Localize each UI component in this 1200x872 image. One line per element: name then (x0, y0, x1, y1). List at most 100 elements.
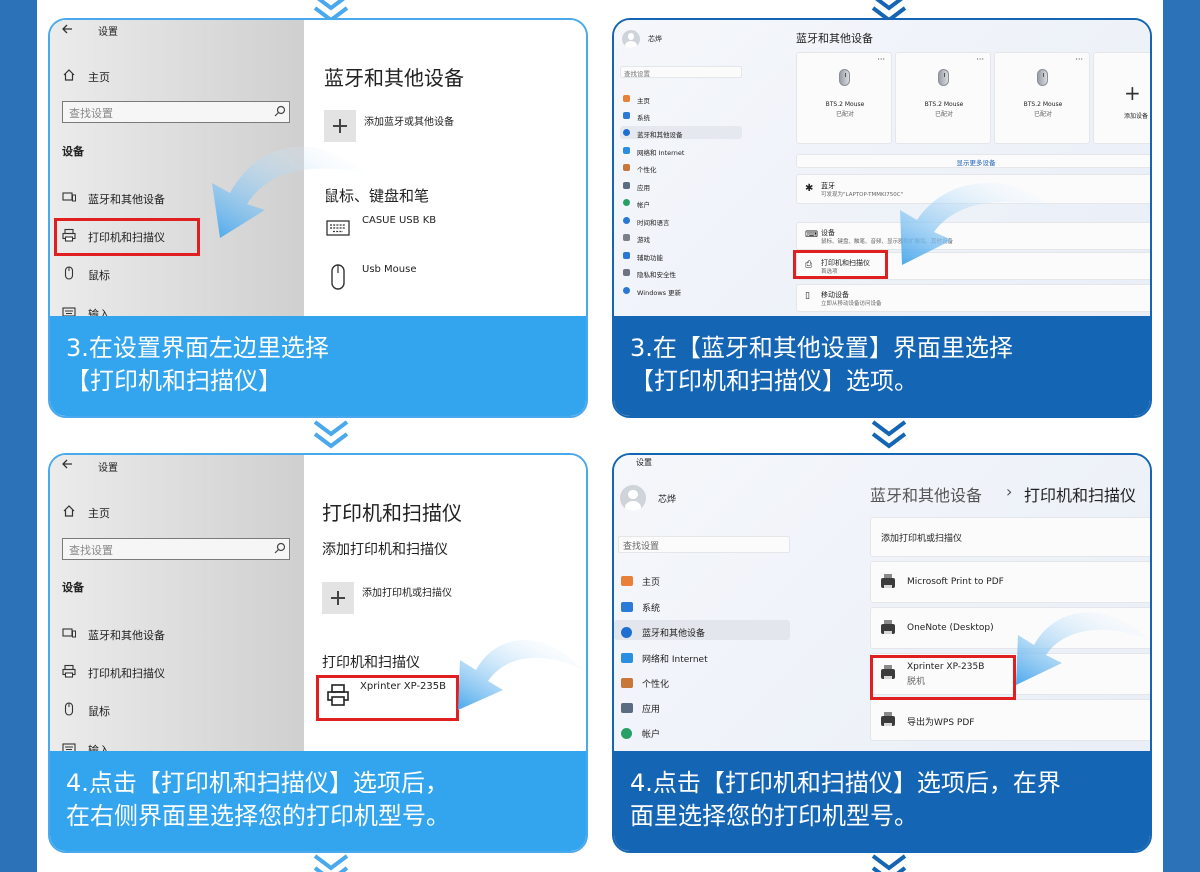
pointer-arrow (212, 146, 365, 238)
breadcrumb-parent[interactable]: 蓝牙和其他设备 (870, 482, 982, 506)
nav-printers[interactable]: 打印机和扫描仪 (88, 665, 165, 681)
search-input[interactable]: 查找设置 (620, 66, 742, 78)
breadcrumb-current: 打印机和扫描仪 (1024, 486, 1137, 505)
printer-row[interactable]: Microsoft Print to PDF (870, 561, 1150, 603)
pointer-arrow (900, 182, 1057, 265)
group-title: 打印机和扫描仪 (322, 655, 420, 671)
devices-icon (62, 192, 76, 202)
search-input[interactable]: 查找设置 (62, 538, 290, 560)
device-tile[interactable]: ··· BTS.2 Mouse 已配对 (895, 52, 991, 144)
bluetooth-icon: ✱ (805, 183, 814, 194)
mouse-icon (1037, 69, 1048, 86)
devices-icon (62, 628, 76, 638)
device-tile[interactable]: ··· BTS.2 Mouse 已配对 (796, 52, 892, 144)
apps-icon (621, 703, 633, 713)
back-arrow-icon[interactable] (60, 22, 74, 36)
nav-item[interactable]: 系统 (637, 112, 650, 122)
pointer-arrow (458, 640, 583, 710)
nav-bluetooth[interactable]: 蓝牙和其他设备 (88, 191, 165, 207)
add-device-label: 添加设备 (1124, 113, 1149, 120)
add-printer-row[interactable]: 添加打印机或扫描仪 (870, 517, 1150, 557)
printer-name: 导出为WPS PDF (907, 718, 975, 728)
nav-bluetooth[interactable]: 蓝牙和其他设备 (88, 627, 165, 643)
home-icon (621, 576, 633, 586)
printer-icon (881, 620, 895, 634)
mouse-icon (839, 69, 850, 86)
user-name: 芯烨 (648, 35, 662, 43)
window-title: 设置 (636, 458, 652, 467)
system-icon (621, 602, 633, 612)
search-input[interactable]: 查找设置 (618, 536, 790, 553)
section-title: 设备 (62, 581, 84, 594)
nav-item[interactable]: 蓝牙和其他设备 (637, 129, 683, 139)
add-device-tile[interactable]: + 添加设备 (1093, 52, 1150, 144)
nav-item[interactable]: Windows 更新 (637, 287, 681, 297)
pointer-arrow (1016, 612, 1149, 685)
nav-item[interactable]: 帐户 (637, 199, 650, 209)
device-tile[interactable]: ··· BTS.2 Mouse 已配对 (994, 52, 1090, 144)
search-icon[interactable] (274, 542, 286, 554)
search-icon[interactable] (274, 105, 286, 117)
devices-icon: ⌨ (805, 230, 818, 240)
nav-mouse[interactable]: 鼠标 (88, 267, 110, 283)
home-icon (63, 69, 75, 81)
nav-item[interactable]: 个性化 (637, 164, 657, 174)
step-caption: 4.点击【打印机和扫描仪】选项后， 在右侧界面里选择您的打印机型号。 (50, 751, 586, 851)
add-device-label[interactable]: 添加蓝牙或其他设备 (364, 113, 454, 128)
step-caption: 3.在【蓝牙和其他设置】界面里选择 【打印机和扫描仪】选项。 (614, 316, 1150, 416)
nav-item[interactable]: 时间和语言 (637, 217, 670, 227)
nav-item[interactable]: 个性化 (642, 677, 669, 690)
back-arrow-icon[interactable] (60, 457, 74, 471)
more-icon[interactable]: ··· (1075, 55, 1083, 64)
nav-home[interactable]: 主页 (88, 69, 110, 85)
settings-screenshot: 芯烨 蓝牙和其他设备 查找设置 主页 系统 蓝牙和其他设备 网络和 Intern… (614, 20, 1150, 320)
nav-item[interactable]: 隐私和安全性 (637, 269, 676, 279)
account-icon (623, 199, 630, 206)
printer-row[interactable]: 导出为WPS PDF (870, 699, 1150, 741)
nav-item[interactable]: 辅助功能 (637, 252, 663, 262)
step3-card-win11: 芯烨 蓝牙和其他设备 查找设置 主页 系统 蓝牙和其他设备 网络和 Intern… (612, 18, 1152, 418)
more-icon[interactable]: ··· (877, 55, 885, 64)
settings-screenshot: 设置 主页 查找设置 设备 蓝牙和其他设备 打印机和扫描仪 鼠标 输入 打印机和… (50, 455, 586, 755)
account-icon (621, 728, 632, 739)
brush-icon (621, 678, 633, 688)
mobile-row[interactable]: ▯ 移动设备 立即从移动设备访问设备 (796, 284, 1150, 312)
add-printer-label[interactable]: 添加打印机或扫描仪 (362, 584, 452, 599)
breadcrumb-separator: › (1006, 482, 1013, 501)
more-icon[interactable]: ··· (976, 55, 984, 64)
avatar (620, 485, 646, 511)
search-input[interactable]: 查找设置 (62, 101, 290, 123)
nav-item[interactable]: 系统 (642, 601, 660, 614)
page-title: 蓝牙和其他设备 (796, 32, 873, 45)
bluetooth-icon (621, 627, 632, 638)
nav-item[interactable]: 主页 (642, 575, 660, 588)
page-title: 打印机和扫描仪 (322, 501, 462, 525)
caption-line: 3.在【蓝牙和其他设置】界面里选择 (630, 334, 1013, 362)
device-mouse[interactable]: Usb Mouse (362, 264, 417, 275)
device-status: 已配对 (934, 111, 953, 118)
show-more-button[interactable]: 显示更多设备 (796, 154, 1150, 168)
caption-line: 面里选择您的打印机型号。 (630, 802, 918, 830)
nav-item[interactable]: 网络和 Internet (642, 652, 708, 665)
system-icon (623, 112, 630, 119)
add-printer-button[interactable] (322, 582, 354, 614)
device-keyboard[interactable]: CASUE USB KB (362, 215, 436, 226)
nav-home[interactable]: 主页 (88, 505, 110, 521)
search-placeholder: 查找设置 (69, 107, 113, 120)
caption-line: 4.点击【打印机和扫描仪】选项后，在界 (630, 769, 1061, 797)
plus-icon: + (1124, 81, 1141, 105)
nav-item[interactable]: 游戏 (637, 234, 650, 244)
nav-mouse[interactable]: 鼠标 (88, 703, 110, 719)
windows-update-icon (623, 287, 630, 294)
nav-item[interactable]: 主页 (637, 95, 650, 105)
home-icon (623, 95, 630, 102)
nav-item[interactable]: 帐户 (642, 727, 660, 740)
highlight-box (54, 218, 200, 256)
caption-line: 【打印机和扫描仪】选项。 (630, 367, 918, 395)
nav-item[interactable]: 应用 (637, 182, 650, 192)
nav-item[interactable]: 网络和 Internet (637, 147, 684, 157)
nav-item[interactable]: 蓝牙和其他设备 (642, 626, 705, 639)
nav-item[interactable]: 应用 (642, 702, 660, 715)
printer-icon (62, 664, 76, 678)
privacy-icon (623, 269, 630, 276)
